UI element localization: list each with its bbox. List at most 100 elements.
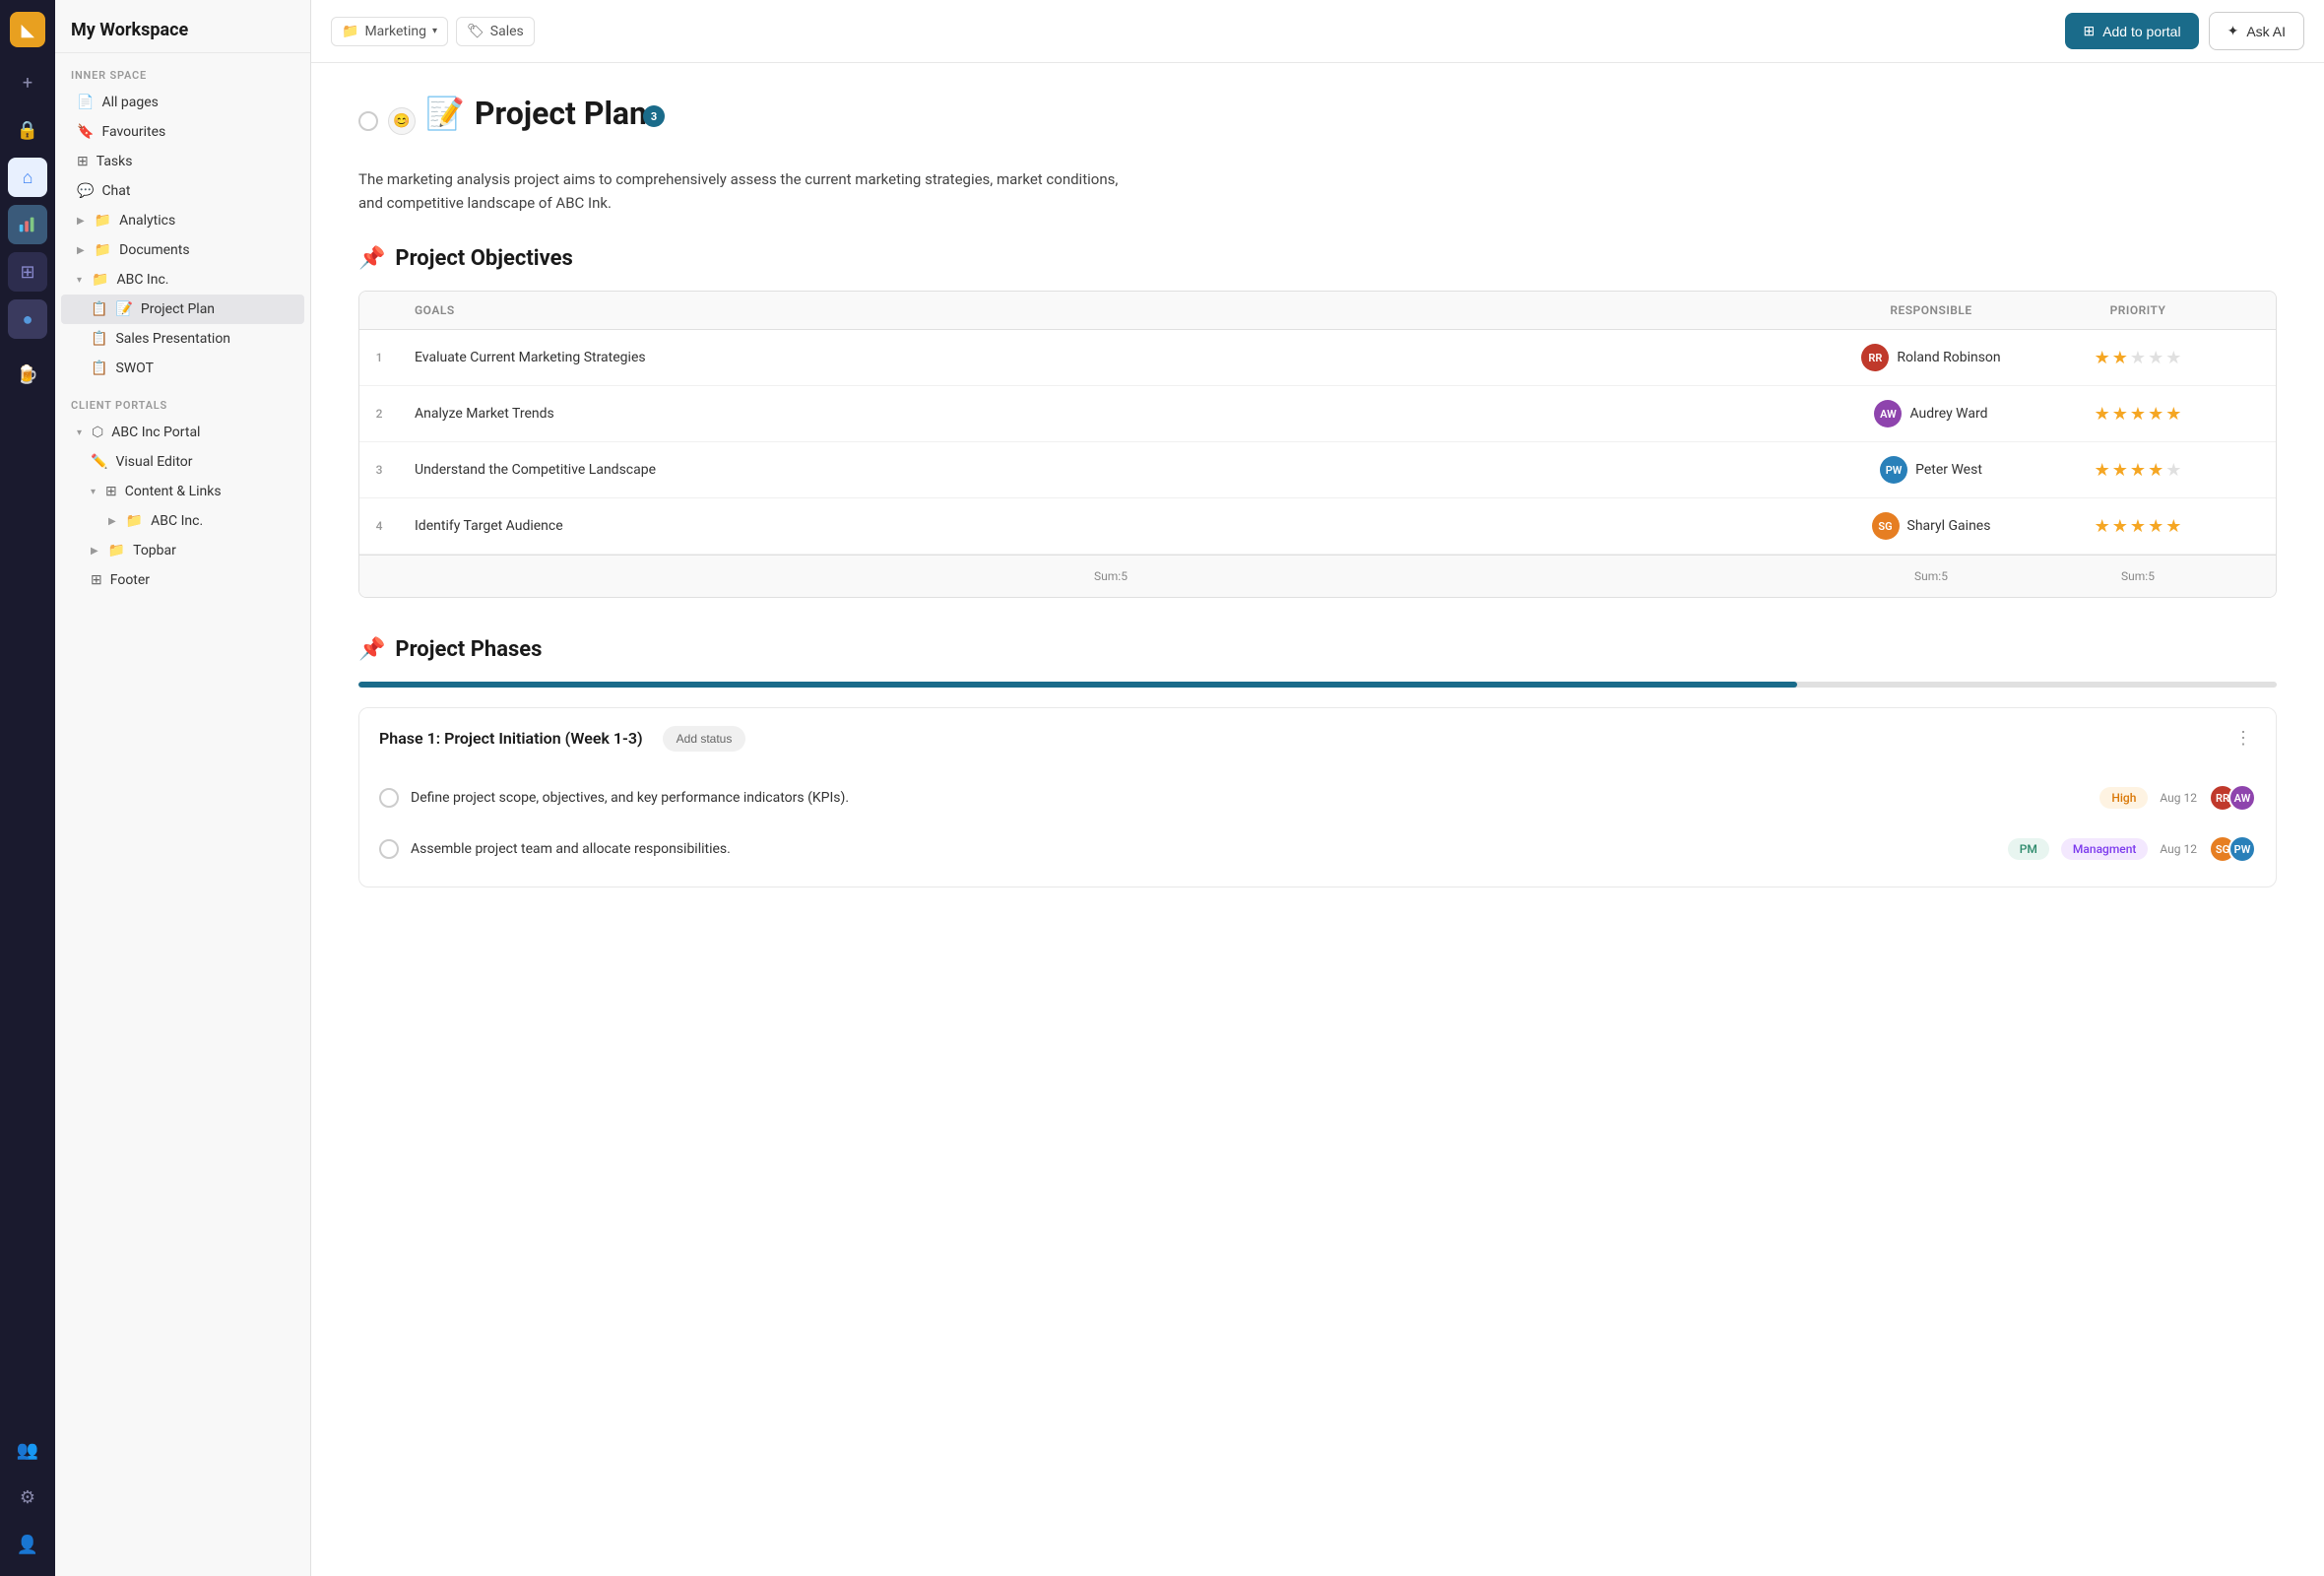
add-icon[interactable]: + bbox=[8, 63, 47, 102]
lock-icon[interactable]: 🔒 bbox=[8, 110, 47, 150]
bookmark-icon: 🔖 bbox=[77, 124, 94, 140]
sidebar-item-tasks[interactable]: ⊞ Tasks bbox=[61, 147, 304, 176]
sidebar-item-favourites[interactable]: 🔖 Favourites bbox=[61, 117, 304, 147]
doc-icon: 📋 bbox=[91, 331, 107, 347]
sidebar-item-label: ABC Inc Portal bbox=[111, 425, 200, 440]
avatar: RR bbox=[1861, 344, 1889, 371]
sidebar-item-content-links[interactable]: ▾ ⊞ Content & Links bbox=[61, 477, 304, 506]
star-filled: ★ bbox=[2148, 516, 2163, 537]
sidebar-item-footer[interactable]: ⊞ Footer bbox=[61, 565, 304, 595]
sum-cell: Sum:5 bbox=[399, 563, 1823, 589]
sidebar: My Workspace INNER SPACE 📄 All pages 🔖 F… bbox=[55, 0, 311, 1576]
breadcrumb-tag-sales[interactable]: 🏷 Sales bbox=[456, 17, 535, 46]
content-area: 😊 📝 Project Plan 3 The marketing analysi… bbox=[311, 63, 2324, 1576]
phase-menu-button[interactable]: ⋮ bbox=[2230, 724, 2256, 753]
row-goal: Analyze Market Trends bbox=[399, 392, 1823, 435]
sum-cell: Sum:5 bbox=[2039, 563, 2236, 589]
row-priority: ★ ★ ★ ★ ★ bbox=[2039, 502, 2236, 551]
ask-ai-button[interactable]: ✦ Ask AI bbox=[2209, 12, 2304, 50]
emoji-button[interactable]: 😊 bbox=[388, 107, 416, 135]
phase-progress-fill bbox=[358, 682, 1797, 688]
beer-icon[interactable]: 🍺 bbox=[8, 355, 47, 394]
sidebar-item-sales-presentation[interactable]: 📋 Sales Presentation bbox=[61, 324, 304, 354]
sidebar-item-label: Topbar bbox=[133, 543, 176, 558]
row-priority: ★ ★ ★ ★ ★ bbox=[2039, 446, 2236, 494]
row-number: 3 bbox=[359, 449, 399, 491]
th-responsible: RESPONSIBLE bbox=[1823, 292, 2039, 329]
edit-icon: ✏️ bbox=[91, 454, 107, 470]
portal-icon: ⬡ bbox=[92, 425, 103, 440]
sidebar-item-abc-inc-portal[interactable]: ▾ ⬡ ABC Inc Portal bbox=[61, 418, 304, 447]
sidebar-item-label: Documents bbox=[119, 242, 189, 258]
row-goal: Evaluate Current Marketing Strategies bbox=[399, 336, 1823, 379]
topbar-actions: ⊞ Add to portal ✦ Ask AI bbox=[2065, 12, 2304, 50]
sidebar-item-all-pages[interactable]: 📄 All pages bbox=[61, 88, 304, 117]
phase-item: Define project scope, objectives, and ke… bbox=[359, 772, 2276, 823]
chart-icon[interactable] bbox=[8, 205, 47, 244]
avatars-stack: RR AW bbox=[2209, 784, 2256, 812]
star-filled: ★ bbox=[2095, 460, 2110, 481]
phase-status-button[interactable]: Add status bbox=[663, 726, 746, 752]
grid-icon[interactable]: ⊞ bbox=[8, 252, 47, 292]
table-sum-row: Sum:5 Sum:5 Sum:5 bbox=[359, 555, 2276, 597]
sidebar-item-project-plan[interactable]: 📋 📝 Project Plan bbox=[61, 295, 304, 324]
avatar: SG bbox=[1872, 512, 1900, 540]
chevron-right-icon: ▶ bbox=[77, 245, 85, 256]
star-empty: ★ bbox=[2130, 348, 2146, 368]
sidebar-item-label: Favourites bbox=[101, 124, 165, 140]
chevron-right-icon: ▶ bbox=[108, 516, 116, 527]
app-logo[interactable]: ◣ bbox=[10, 12, 45, 47]
row-action bbox=[2236, 344, 2276, 371]
page-emoji: 📝 bbox=[115, 301, 132, 317]
main-area: 📁 Marketing ▾ 🏷 Sales ⊞ Add to portal ✦ … bbox=[311, 0, 2324, 1576]
sidebar-item-abc-inc[interactable]: ▾ 📁 ABC Inc. bbox=[61, 265, 304, 295]
sidebar-item-analytics[interactable]: ▶ 📁 Analytics bbox=[61, 206, 304, 235]
folder-icon: 📁 bbox=[342, 24, 358, 39]
grid-icon: ⊞ bbox=[105, 484, 117, 499]
star-filled: ★ bbox=[2148, 460, 2163, 481]
tag-icon: 🏷 bbox=[467, 24, 484, 39]
checkbox-circle[interactable] bbox=[379, 788, 399, 808]
avatars-stack: SG PW bbox=[2209, 835, 2256, 863]
star-filled: ★ bbox=[2112, 516, 2128, 537]
tag-pm: PM bbox=[2008, 838, 2049, 860]
sidebar-item-visual-editor[interactable]: ✏️ Visual Editor bbox=[61, 447, 304, 477]
sidebar-item-label: ABC Inc. bbox=[151, 513, 203, 529]
folder-icon: 📁 bbox=[108, 543, 125, 558]
table-row: 4 Identify Target Audience SG Sharyl Gai… bbox=[359, 498, 2276, 555]
th-goals: GOALS bbox=[399, 292, 1823, 329]
users-icon[interactable]: 👥 bbox=[8, 1430, 47, 1470]
sidebar-item-topbar[interactable]: ▶ 📁 Topbar bbox=[61, 536, 304, 565]
star-filled: ★ bbox=[2112, 460, 2128, 481]
title-checkbox[interactable] bbox=[358, 111, 378, 131]
row-number: 4 bbox=[359, 505, 399, 547]
star-empty: ★ bbox=[2148, 348, 2163, 368]
chevron-down-icon: ▾ bbox=[77, 427, 82, 438]
sidebar-item-chat[interactable]: 💬 Chat bbox=[61, 176, 304, 206]
avatar-icon[interactable]: 👤 bbox=[8, 1525, 47, 1564]
workspace-title: My Workspace bbox=[55, 0, 310, 53]
breadcrumb-marketing[interactable]: 📁 Marketing ▾ bbox=[331, 17, 448, 46]
star-filled: ★ bbox=[2095, 516, 2110, 537]
star-filled: ★ bbox=[2165, 516, 2181, 537]
home-icon[interactable]: ⌂ bbox=[8, 158, 47, 197]
star-empty: ★ bbox=[2165, 460, 2181, 481]
sidebar-item-label: Sales Presentation bbox=[115, 331, 230, 347]
tag-label: Sales bbox=[490, 24, 524, 39]
phase-title: Phase 1: Project Initiation (Week 1-3) bbox=[379, 729, 643, 748]
avatar: PW bbox=[2228, 835, 2256, 863]
settings-icon[interactable]: ⚙ bbox=[8, 1478, 47, 1517]
circle-icon[interactable]: ● bbox=[8, 299, 47, 339]
page-icon: 📄 bbox=[77, 95, 94, 110]
sidebar-item-documents[interactable]: ▶ 📁 Documents bbox=[61, 235, 304, 265]
sidebar-item-swot[interactable]: 📋 SWOT bbox=[61, 354, 304, 383]
row-priority: ★ ★ ★ ★ ★ bbox=[2039, 390, 2236, 438]
sidebar-item-label: Tasks bbox=[97, 154, 133, 169]
phase-item: Assemble project team and allocate respo… bbox=[359, 823, 2276, 875]
add-to-portal-button[interactable]: ⊞ Add to portal bbox=[2065, 13, 2198, 49]
sidebar-item-abc-inc-nested[interactable]: ▶ 📁 ABC Inc. bbox=[61, 506, 304, 536]
icon-rail: ◣ + 🔒 ⌂ ⊞ ● 🍺 👥 ⚙ 👤 bbox=[0, 0, 55, 1576]
checkbox-circle[interactable] bbox=[379, 839, 399, 859]
row-goal: Understand the Competitive Landscape bbox=[399, 448, 1823, 492]
avatar: AW bbox=[1874, 400, 1902, 427]
